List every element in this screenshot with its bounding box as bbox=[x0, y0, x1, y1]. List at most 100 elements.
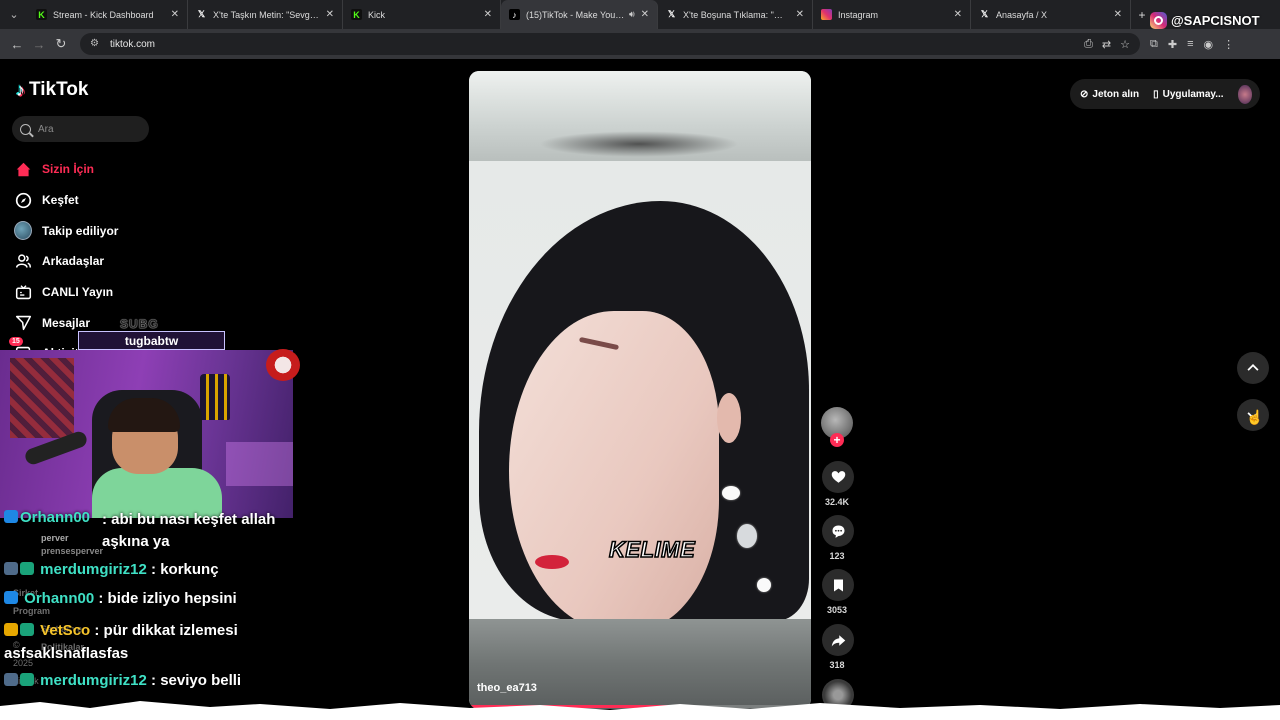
sidebar-item-label: Keşfet bbox=[42, 193, 79, 208]
get-app-label: Uygulamay... bbox=[1162, 88, 1224, 100]
gift-icon bbox=[266, 349, 300, 381]
chat-message-text: : abi bu nası keşfet allah aşkına ya bbox=[102, 509, 302, 553]
sidebar-item-following[interactable]: Takip ediliyor bbox=[14, 215, 118, 246]
sidebar-item-friends[interactable]: Arkadaşlar bbox=[14, 246, 118, 277]
kick-icon: K bbox=[351, 9, 362, 20]
close-icon[interactable]: ✕ bbox=[954, 9, 962, 20]
profile-icon[interactable]: ◉ bbox=[1204, 38, 1214, 51]
send-icon bbox=[14, 314, 32, 332]
close-icon[interactable]: ✕ bbox=[326, 9, 334, 20]
tab-kick[interactable]: K Kick ✕ bbox=[343, 0, 501, 29]
tab-x-home[interactable]: 𝕏 Anasayfa / X ✕ bbox=[971, 0, 1131, 29]
video-username[interactable]: theo_ea713 bbox=[477, 682, 537, 694]
sidebar-item-live[interactable]: CANLI Yayın bbox=[14, 277, 118, 308]
tab-kick-dashboard[interactable]: K Stream - Kick Dashboard ✕ bbox=[28, 0, 188, 29]
forward-button[interactable]: → bbox=[28, 33, 50, 55]
install-app-icon[interactable]: ⎙ bbox=[1084, 38, 1093, 51]
watermark-handle: @SAPCISNOT bbox=[1171, 13, 1260, 28]
suggested-user-handle: prensesperver bbox=[41, 546, 104, 556]
close-icon[interactable]: ✕ bbox=[796, 9, 804, 20]
get-app-button[interactable]: ▯ Uygulamay... bbox=[1153, 89, 1223, 100]
chat-message: VetSco : pür dikkat izlemesi asfsaklsnaf… bbox=[4, 619, 264, 665]
chevron-up-icon bbox=[1247, 363, 1259, 371]
friends-icon bbox=[14, 252, 32, 270]
tab-x-bosuna[interactable]: 𝕏 X'te Boşuna Tıklama: "Orkun Iş ✕ bbox=[658, 0, 813, 29]
tab-instagram[interactable]: Instagram ✕ bbox=[813, 0, 971, 29]
close-icon[interactable]: ✕ bbox=[171, 9, 179, 20]
extension-icon[interactable]: ⧉ bbox=[1150, 38, 1158, 51]
live-icon bbox=[14, 283, 32, 301]
chat-text: : bide izliyo hepsini bbox=[98, 590, 237, 607]
chat-message: Orhann00 bbox=[4, 509, 90, 526]
badge-icon bbox=[4, 673, 18, 686]
get-coins-button[interactable]: ⊘ Jeton alın bbox=[1080, 89, 1139, 100]
video-lips bbox=[535, 555, 569, 569]
puzzle-icon[interactable]: ✚ bbox=[1168, 38, 1177, 51]
tab-title: X'te Boşuna Tıklama: "Orkun Iş bbox=[683, 9, 790, 20]
instagram-icon bbox=[821, 9, 832, 20]
logo-text: TikTok bbox=[29, 79, 89, 100]
earring-icon bbox=[737, 524, 757, 548]
back-button[interactable]: ← bbox=[6, 33, 28, 55]
sidebar-item-explore[interactable]: Keşfet bbox=[14, 185, 118, 216]
comment-count: 123 bbox=[829, 551, 845, 561]
badge-icon bbox=[4, 591, 18, 604]
comment-button[interactable] bbox=[822, 515, 854, 547]
comment-icon bbox=[832, 525, 844, 538]
tiktok-logo[interactable]: ♪ TikTok bbox=[16, 79, 88, 101]
avatar-icon bbox=[14, 221, 32, 241]
speaker-icon[interactable]: 🔊︎ bbox=[629, 9, 635, 20]
follow-plus-icon[interactable]: + bbox=[830, 433, 844, 447]
webcam-light bbox=[226, 442, 293, 486]
tab-search-icon[interactable]: ⌄ bbox=[0, 0, 28, 29]
tab-tiktok[interactable]: ♪ (15)TikTok - Make Your Day 🔊︎ ✕ bbox=[501, 0, 658, 29]
instagram-icon bbox=[1150, 12, 1167, 29]
streamer-hair bbox=[108, 398, 180, 432]
search-input[interactable]: Ara bbox=[12, 116, 149, 142]
tab-title: Kick bbox=[368, 9, 386, 20]
save-button[interactable] bbox=[822, 569, 854, 601]
wall-carpet bbox=[10, 358, 74, 438]
coin-icon: ⊘ bbox=[1080, 88, 1089, 100]
sidebar-item-label: Takip ediliyor bbox=[42, 223, 119, 238]
url-text: tiktok.com bbox=[110, 38, 156, 50]
reload-button[interactable]: ↻ bbox=[50, 33, 72, 55]
share-button[interactable] bbox=[822, 624, 854, 656]
chat-text: : seviyo belli bbox=[151, 672, 242, 689]
sidebar-item-label: CANLI Yayın bbox=[42, 285, 114, 300]
site-info-icon[interactable]: ⚙ bbox=[90, 39, 102, 49]
close-icon[interactable]: ✕ bbox=[641, 9, 649, 20]
video-player[interactable]: KELIME theo_ea713 bbox=[469, 71, 811, 709]
badge-icon bbox=[20, 623, 34, 636]
sidebar-item-for-you[interactable]: Sizin İçin bbox=[14, 154, 118, 185]
menu-kebab-icon[interactable]: ⋮ bbox=[1223, 38, 1234, 51]
bookmark-star-icon[interactable]: ☆ bbox=[1120, 38, 1130, 51]
instagram-watermark: @SAPCISNOT bbox=[1150, 12, 1260, 29]
tab-strip: ⌄ K Stream - Kick Dashboard ✕ 𝕏 X'te Taş… bbox=[0, 0, 1280, 29]
video-face bbox=[509, 311, 719, 631]
chat-username: Orhann00 bbox=[20, 509, 91, 526]
save-count: 3053 bbox=[826, 605, 848, 615]
tiktok-note-icon: ♪ bbox=[16, 79, 25, 100]
badge-icon bbox=[20, 673, 34, 686]
profile-avatar[interactable] bbox=[1237, 84, 1252, 104]
close-icon[interactable]: ✕ bbox=[484, 9, 492, 20]
share-count: 318 bbox=[829, 660, 845, 670]
earring-icon bbox=[722, 486, 740, 500]
share-icon bbox=[831, 634, 845, 646]
address-bar[interactable]: ⚙ tiktok.com ⎙ ⇄ ☆ bbox=[80, 33, 1140, 55]
home-icon bbox=[14, 160, 32, 178]
video-top-shadow bbox=[539, 131, 739, 157]
media-icon[interactable]: ≡ bbox=[1187, 38, 1193, 51]
sidebar-item-label: Arkadaşlar bbox=[42, 254, 105, 269]
tab-x-taskin[interactable]: 𝕏 X'te Taşkın Metin: "Sevgili Galat ✕ bbox=[188, 0, 343, 29]
translate-icon[interactable]: ⇄ bbox=[1102, 38, 1111, 51]
chat-text: : korkunç bbox=[151, 561, 219, 578]
heart-icon bbox=[831, 470, 845, 483]
close-icon[interactable]: ✕ bbox=[1114, 9, 1122, 20]
sub-alert-name: tugbabtw bbox=[124, 333, 179, 348]
previous-video-button[interactable] bbox=[1237, 352, 1269, 384]
jersey-on-wall bbox=[200, 374, 230, 420]
tab-title: (15)TikTok - Make Your Day bbox=[526, 9, 625, 20]
like-button[interactable] bbox=[822, 461, 854, 493]
